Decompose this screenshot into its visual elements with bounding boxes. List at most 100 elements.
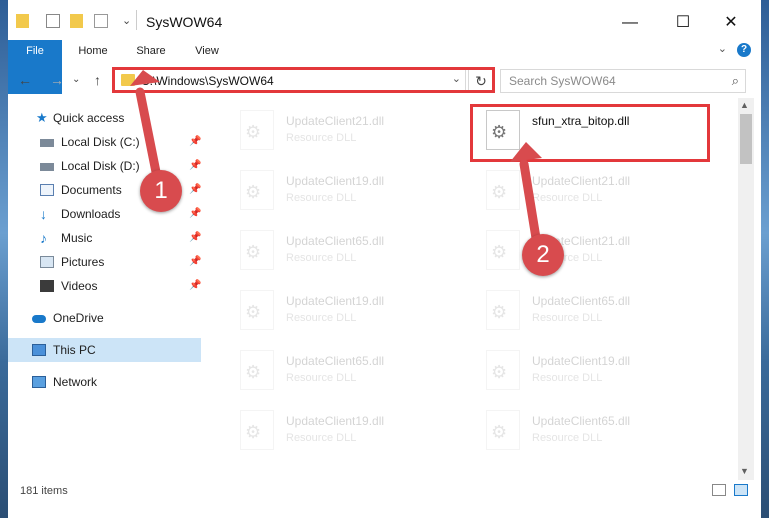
nav-label: OneDrive (53, 311, 104, 325)
pin-icon[interactable]: 📌 (189, 226, 201, 250)
minimize-button[interactable]: — (607, 10, 653, 36)
pin-icon[interactable]: 📌 (189, 274, 201, 298)
file-item[interactable]: ⚙ UpdateClient65.dll Resource DLL (228, 346, 458, 400)
scroll-down-icon[interactable]: ▼ (740, 466, 749, 476)
vertical-scrollbar[interactable]: ▲ ▼ (738, 98, 754, 480)
expand-ribbon-icon[interactable]: ⌄ (718, 42, 727, 55)
title-divider (136, 10, 137, 30)
dll-file-icon: ⚙ (486, 350, 520, 390)
tab-home[interactable]: Home (70, 40, 116, 62)
file-type: Resource DLL (532, 432, 603, 444)
window-title: SysWOW64 (146, 14, 223, 30)
pin-icon[interactable]: 📌 (189, 178, 201, 202)
tab-share[interactable]: Share (128, 40, 174, 62)
documents-icon (40, 184, 54, 196)
file-name: UpdateClient21.dll (532, 174, 631, 188)
dll-file-icon: ⚙ (240, 110, 274, 150)
file-item[interactable]: ⚙ UpdateClient19.dll Resource DLL (474, 346, 704, 400)
nav-label: This PC (53, 343, 96, 357)
navigation-bar: ← → ⌄ ↑ C:\Windows\SysWOW64 ⌄ ↻ Search S… (8, 66, 761, 96)
dll-file-icon: ⚙ (240, 290, 274, 330)
nav-item-quick-access[interactable]: ★ Quick access (8, 106, 201, 130)
dll-file-icon: ⚙ (240, 230, 274, 270)
properties-icon[interactable] (46, 14, 60, 28)
file-item[interactable]: ⚙ UpdateClient21.dll Resource DLL (228, 106, 458, 160)
file-name: UpdateClient21.dll (286, 114, 385, 128)
onedrive-icon (32, 315, 46, 323)
scrollbar-thumb[interactable] (740, 114, 752, 164)
file-item[interactable]: ⚙ UpdateClient19.dll Resource DLL (228, 166, 458, 220)
title-bar: ⌄ SysWOW64 — ☐ ✕ (8, 0, 761, 40)
file-item[interactable]: ⚙ UpdateClient21.dll Resource DLL (474, 166, 704, 220)
callout-badge-1: 1 (140, 170, 182, 212)
gear-icon: ⚙ (245, 362, 262, 382)
search-box[interactable]: Search SysWOW64 ⌕ (500, 69, 746, 93)
gear-icon: ⚙ (245, 182, 262, 202)
details-view-icon[interactable] (712, 484, 726, 496)
explorer-window: ⌄ SysWOW64 — ☐ ✕ File Home Share View ⌄ … (8, 0, 761, 518)
file-type: Resource DLL (286, 192, 357, 204)
file-type: Resource DLL (286, 372, 357, 384)
qat-customize-icon[interactable]: ⌄ (122, 14, 131, 32)
pictures-icon (40, 256, 54, 268)
nav-item-this-pc[interactable]: This PC (8, 338, 201, 362)
gear-icon: ⚙ (245, 122, 262, 142)
file-name: UpdateClient65.dll (532, 414, 631, 428)
file-item[interactable]: ⚙ UpdateClient19.dll Resource DLL (228, 406, 458, 460)
pin-icon[interactable]: 📌 (189, 250, 201, 274)
pc-icon (32, 344, 46, 356)
nav-label: Network (53, 375, 98, 389)
download-icon: ↓ (40, 206, 47, 222)
recent-locations-button[interactable]: ⌄ (72, 74, 80, 85)
folder-icon (16, 14, 29, 28)
file-item[interactable]: ⚙ UpdateClient65.dll Resource DLL (228, 226, 458, 280)
nav-item-onedrive[interactable]: OneDrive (8, 306, 201, 330)
file-name: UpdateClient19.dll (532, 354, 631, 368)
nav-item-music[interactable]: ♪ Music 📌 (8, 226, 201, 250)
large-icons-view-icon[interactable] (734, 484, 748, 496)
gear-icon: ⚙ (491, 242, 508, 262)
nav-item-pictures[interactable]: Pictures 📌 (8, 250, 201, 274)
nav-item-videos[interactable]: Videos 📌 (8, 274, 201, 298)
nav-item-network[interactable]: Network (8, 370, 201, 394)
nav-label: Quick access (53, 111, 125, 125)
scroll-up-icon[interactable]: ▲ (740, 100, 749, 110)
nav-label: Documents (61, 183, 122, 197)
gear-icon: ⚙ (491, 422, 508, 442)
back-button[interactable]: ← (18, 72, 32, 88)
help-icon[interactable]: ? (737, 43, 751, 57)
file-name: UpdateClient65.dll (286, 234, 385, 248)
dll-file-icon: ⚙ (240, 410, 274, 450)
nav-label: Music (61, 231, 93, 245)
close-button[interactable]: ✕ (708, 10, 754, 36)
pin-icon[interactable]: 📌 (189, 130, 201, 154)
quick-access-toolbar-icon[interactable] (94, 14, 108, 28)
gear-icon: ⚙ (245, 422, 262, 442)
pin-icon[interactable]: 📌 (189, 202, 201, 226)
drive-icon (40, 139, 54, 147)
maximize-button[interactable]: ☐ (660, 10, 706, 36)
up-button[interactable]: ↑ (94, 72, 101, 88)
ribbon-tabs: File Home Share View (8, 40, 761, 94)
dll-file-icon: ⚙ (486, 230, 520, 270)
drive-icon (40, 163, 54, 171)
file-item[interactable]: ⚙ UpdateClient65.dll Resource DLL (474, 286, 704, 340)
file-list: ⚙ UpdateClient21.dll Resource DLL ⚙ Upda… (218, 98, 738, 478)
dll-file-icon: ⚙ (486, 410, 520, 450)
gear-icon: ⚙ (491, 302, 508, 322)
file-type: Resource DLL (532, 312, 603, 324)
file-item[interactable]: ⚙ UpdateClient21.dll Resource DLL (474, 226, 704, 280)
file-name: UpdateClient65.dll (286, 354, 385, 368)
file-type: Resource DLL (286, 312, 357, 324)
file-item[interactable]: ⚙ UpdateClient65.dll Resource DLL (474, 406, 704, 460)
item-count: 181 items (20, 485, 68, 497)
file-item[interactable]: ⚙ UpdateClient19.dll Resource DLL (228, 286, 458, 340)
tab-view[interactable]: View (184, 40, 230, 62)
pin-icon[interactable]: 📌 (189, 154, 201, 178)
dll-file-icon: ⚙ (240, 350, 274, 390)
nav-item-local-disk-c[interactable]: Local Disk (C:) 📌 (8, 130, 201, 154)
address-highlight-box (112, 67, 495, 93)
search-icon: ⌕ (731, 73, 739, 88)
forward-button[interactable]: → (50, 72, 64, 88)
new-folder-icon[interactable] (70, 14, 83, 28)
